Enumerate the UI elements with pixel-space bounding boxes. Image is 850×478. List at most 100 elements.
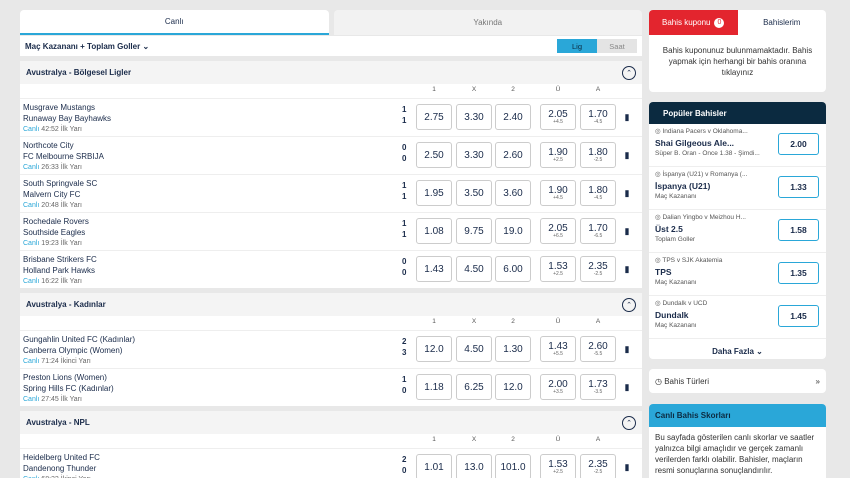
tab-my-bets[interactable]: Bahislerim (738, 10, 827, 35)
toggle-time[interactable]: Saat (597, 39, 637, 53)
more-button[interactable]: Daha Fazla ⌄ (649, 339, 826, 359)
home-score: 2 (402, 455, 407, 464)
sidebar: Bahis kuponu 0 Bahislerim Bahis kuponunuz… (649, 10, 826, 478)
odds-button[interactable]: 4.50 (456, 336, 492, 362)
odds-button[interactable]: 1.53 +2.5 (540, 256, 576, 282)
match-teams[interactable]: Rochedale Rovers Southside Eagles Canlı 19… (23, 216, 89, 249)
odds-button[interactable]: 4.50 (456, 256, 492, 282)
stats-icon[interactable]: ▮ (620, 256, 634, 282)
odds-value: 2.60 (503, 149, 523, 161)
tab-live[interactable]: Canlı (20, 10, 329, 35)
stats-icon[interactable]: ▮ (620, 142, 634, 168)
odds-button[interactable]: 2.60 -5.5 (580, 336, 616, 362)
odds-button[interactable]: 1.08 (416, 218, 452, 244)
odds-value: 12.0 (503, 381, 523, 393)
odds-button[interactable]: 2.35 -2.5 (580, 454, 616, 478)
odds-button[interactable]: 2.60 (495, 142, 531, 168)
home-score: 0 (402, 143, 407, 152)
popular-odds-button[interactable]: 1.35 (778, 262, 819, 284)
match-teams[interactable]: South Springvale SC Malvern City FC Canlı … (23, 178, 97, 211)
odds-button[interactable]: 1.30 (495, 336, 531, 362)
stats-icon[interactable]: ▮ (620, 180, 634, 206)
collapse-icon[interactable]: ⌃ (622, 297, 636, 312)
home-score: 0 (402, 257, 407, 266)
match-teams[interactable]: Heidelberg United FC Dandenong ThunderCan… (23, 452, 100, 478)
odds-value: 1.18 (424, 381, 444, 393)
odds-value: 101.0 (500, 461, 526, 473)
popular-odds-button[interactable]: 2.00 (778, 133, 819, 155)
odds-button[interactable]: 3.50 (456, 180, 492, 206)
odds-button[interactable]: 101.0 (495, 454, 531, 478)
stats-icon[interactable]: ▮ (620, 104, 634, 130)
odds-button[interactable]: 1.95 (416, 180, 452, 206)
popular-market: Toplam Goller (655, 236, 696, 243)
odds-button[interactable]: 2.05 +6.5 (540, 218, 576, 244)
stats-icon[interactable]: ▮ (620, 218, 634, 244)
odds-button[interactable]: 19.0 (495, 218, 531, 244)
odds-button[interactable]: 12.0 (495, 374, 531, 400)
odds-button[interactable]: 1.01 (416, 454, 452, 478)
popular-bet-item: ◎ Dundalk v UCD Dundalk Maç Kazananı 1.45 (649, 296, 826, 339)
collapse-icon[interactable]: ⌃ (622, 415, 636, 430)
market-selector[interactable]: Maç Kazananı + Toplam Goller ⌄ (25, 42, 149, 51)
odds-button[interactable]: 2.50 (416, 142, 452, 168)
main-content: Canlı Yakında Maç Kazananı + Toplam Goll… (20, 10, 642, 478)
odds-button[interactable]: 6.25 (456, 374, 492, 400)
odds-button[interactable]: 2.00 +3.5 (540, 374, 576, 400)
odds-button[interactable]: 1.43 +5.5 (540, 336, 576, 362)
home-score: 1 (402, 105, 407, 114)
bet-slip-tabs: Bahis kuponu 0 Bahislerim (649, 10, 826, 35)
bet-types-link[interactable]: ◷ Bahis Türleri » (649, 369, 826, 393)
tab-upcoming[interactable]: Yakında (333, 10, 642, 35)
match-teams[interactable]: Gungahlin United FC (Kadınlar) Canberra O… (23, 334, 135, 367)
odds-button[interactable]: 2.40 (495, 104, 531, 130)
column-header: 2 (511, 86, 515, 93)
match-score: 11 (402, 104, 406, 126)
odds-button[interactable]: 2.05 +4.5 (540, 104, 576, 130)
popular-odds-button[interactable]: 1.58 (778, 219, 819, 241)
odds-line: +2.5 (553, 469, 563, 475)
odds-button[interactable]: 12.0 (416, 336, 452, 362)
odds-button[interactable]: 1.70 -6.5 (580, 218, 616, 244)
odds-line: +4.5 (553, 195, 563, 201)
match-clock: 71:24 İkinci Yarı (41, 358, 91, 365)
odds-button[interactable]: 1.53 +2.5 (540, 454, 576, 478)
match-time: Canlı 20:48 İlk Yarı (23, 200, 97, 211)
odds-button[interactable]: 3.30 (456, 104, 492, 130)
odds-button[interactable]: 1.90 +4.5 (540, 180, 576, 206)
chevron-down-icon: ⌄ (756, 346, 763, 356)
odds-button[interactable]: 6.00 (495, 256, 531, 282)
event-name: TPS v SJK Akatemia (662, 257, 723, 264)
collapse-icon[interactable]: ⌃ (622, 65, 636, 80)
tab-bet-slip[interactable]: Bahis kuponu 0 (649, 10, 738, 35)
away-score: 3 (402, 348, 407, 357)
stats-icon[interactable]: ▮ (620, 454, 634, 478)
odds-button[interactable]: 3.60 (495, 180, 531, 206)
odds-button[interactable]: 9.75 (456, 218, 492, 244)
odds-button[interactable]: 1.90 +2.5 (540, 142, 576, 168)
odds-button[interactable]: 1.43 (416, 256, 452, 282)
stats-icon[interactable]: ▮ (620, 336, 634, 362)
odds-button[interactable]: 1.80 -2.5 (580, 142, 616, 168)
column-headers: 1 X 2 Ü A (20, 316, 642, 330)
odds-button[interactable]: 1.80 -4.5 (580, 180, 616, 206)
odds-button[interactable]: 2.75 (416, 104, 452, 130)
stats-icon[interactable]: ▮ (620, 374, 634, 400)
match-teams[interactable]: Preston Lions (Women) Spring Hills FC (Ka… (23, 372, 114, 405)
odds-button[interactable]: 13.0 (456, 454, 492, 478)
match-teams[interactable]: Northcote City FC Melbourne SRBIJA Canlı 2… (23, 140, 104, 173)
odds-button[interactable]: 1.18 (416, 374, 452, 400)
odds-button[interactable]: 3.30 (456, 142, 492, 168)
popular-odds-button[interactable]: 1.33 (778, 176, 819, 198)
match-teams[interactable]: Musgrave Mustangs Runaway Bay Bayhawks Can… (23, 102, 111, 135)
odds-button[interactable]: 1.70 -4.5 (580, 104, 616, 130)
odds-button[interactable]: 1.73 -3.5 (580, 374, 616, 400)
away-team: Canberra Olympic (Women) (23, 346, 123, 355)
popular-odds-button[interactable]: 1.45 (778, 305, 819, 327)
match-clock: 19:23 İlk Yarı (41, 240, 82, 247)
toggle-league[interactable]: Lig (557, 39, 597, 53)
away-score: 0 (402, 268, 407, 277)
league-name: Avustralya - Bölgesel Ligler (26, 68, 132, 77)
match-teams[interactable]: Brisbane Strikers FC Holland Park Hawks Ca… (23, 254, 97, 287)
odds-button[interactable]: 2.35 -2.5 (580, 256, 616, 282)
